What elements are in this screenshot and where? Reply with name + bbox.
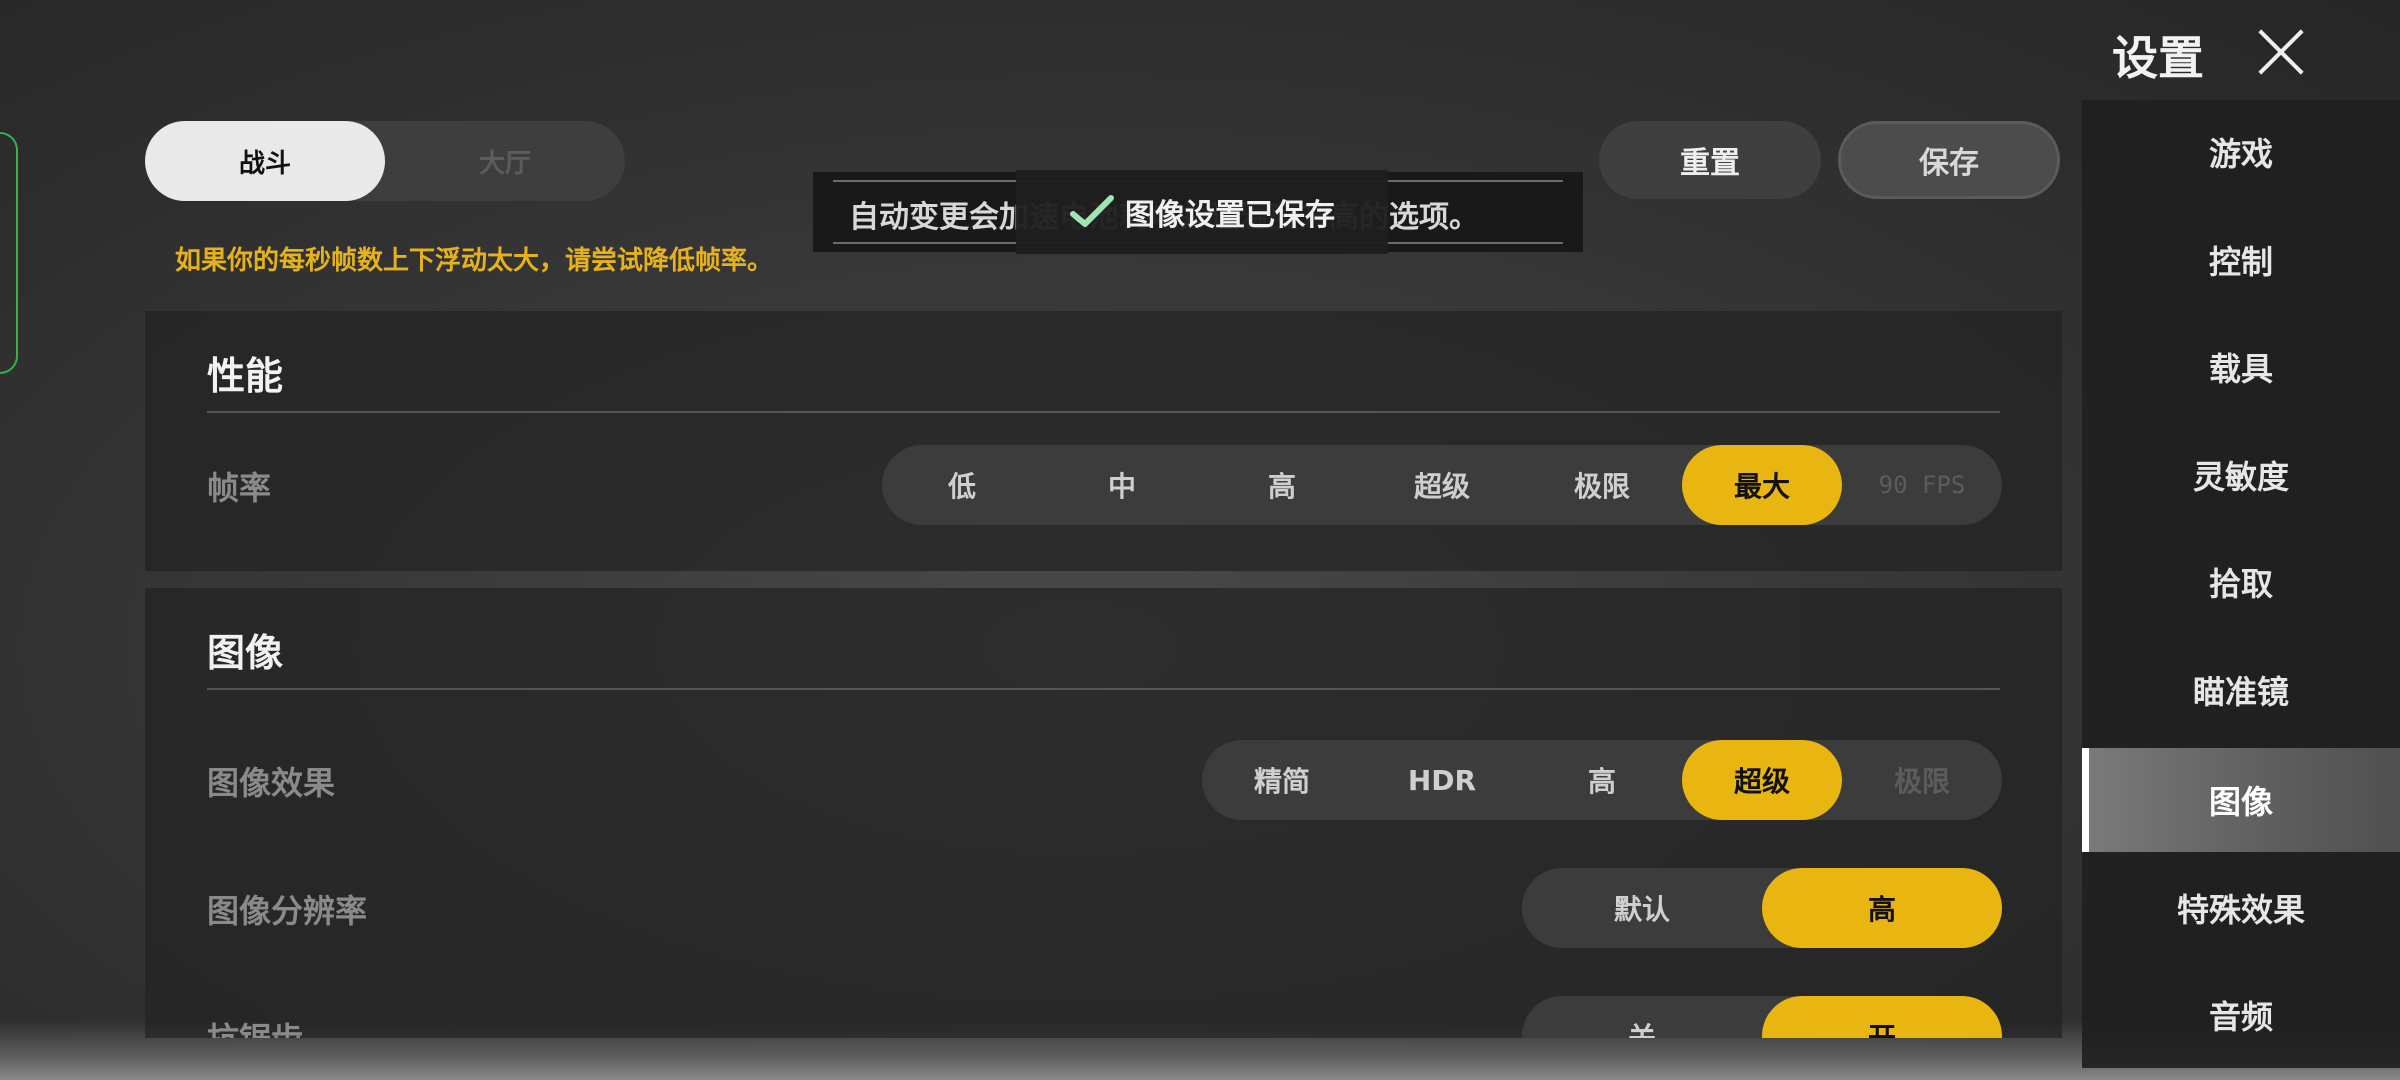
mode-lobby-button[interactable]: 大厅 <box>385 121 625 201</box>
graphics-heading: 图像 <box>207 631 284 675</box>
graphics-style-selector: 精简 HDR 高 超级 极限 <box>1202 740 2002 820</box>
sidebar-item-audio[interactable]: 音频 <box>2082 963 2400 1067</box>
sidebar-item-scope[interactable]: 瞄准镜 <box>2082 638 2400 742</box>
graphics-option-hdr[interactable]: HDR <box>1362 740 1522 820</box>
reset-button[interactable]: 重置 <box>1599 121 1821 199</box>
performance-divider <box>207 411 2000 413</box>
sidebar-item-vehicle[interactable]: 载具 <box>2082 315 2400 419</box>
graphics-option-smooth[interactable]: 精简 <box>1202 740 1362 820</box>
save-button[interactable]: 保存 <box>1838 121 2060 199</box>
resolution-option-default[interactable]: 默认 <box>1522 868 1762 948</box>
mode-toggle: 战斗 大厅 <box>145 121 625 201</box>
page-title: 设置 <box>2112 31 2204 85</box>
graphics-divider <box>207 688 2000 690</box>
anti-aliasing-option-on[interactable]: 开 <box>1762 996 2002 1038</box>
graphics-style-label: 图像效果 <box>207 764 336 802</box>
close-icon[interactable] <box>2252 22 2308 78</box>
sidebar-item-sensitivity[interactable]: 灵敏度 <box>2082 423 2400 527</box>
frame-rate-label: 帧率 <box>207 469 272 507</box>
anti-aliasing-label: 抗锯齿 <box>207 1014 303 1038</box>
sidebar-item-graphics[interactable]: 图像 <box>2082 748 2400 852</box>
frame-rate-option-medium[interactable]: 中 <box>1042 445 1202 525</box>
frame-rate-option-low[interactable]: 低 <box>882 445 1042 525</box>
anti-aliasing-selector: 关 开 <box>1522 996 2002 1038</box>
frame-rate-selector: 低 中 高 超级 极限 最大 90 FPS <box>882 445 2002 525</box>
settings-sidebar: 游戏 控制 载具 灵敏度 拾取 瞄准镜 图像 特殊效果 音频 <box>2082 100 2400 1068</box>
sidebar-item-game[interactable]: 游戏 <box>2082 100 2400 204</box>
graphics-option-high[interactable]: 高 <box>1522 740 1682 820</box>
performance-panel: 性能 帧率 低 中 高 超级 极限 最大 90 FPS <box>145 311 2062 571</box>
resolution-selector: 默认 高 <box>1522 868 2002 948</box>
sidebar-item-controls[interactable]: 控制 <box>2082 208 2400 312</box>
toast-message: 图像设置已保存 <box>1016 170 1388 254</box>
checkmark-icon <box>1070 195 1114 227</box>
frame-rate-option-max[interactable]: 最大 <box>1682 445 1842 525</box>
frame-rate-option-90fps[interactable]: 90 FPS <box>1842 445 2002 525</box>
frame-rate-option-extreme[interactable]: 极限 <box>1522 445 1682 525</box>
sidebar-item-pickup[interactable]: 拾取 <box>2082 530 2400 634</box>
graphics-panel-viewport[interactable]: 图像 图像效果 精简 HDR 高 超级 极限 图像分辨率 默认 高 抗锯齿 关 … <box>145 580 2062 1038</box>
resolution-option-high[interactable]: 高 <box>1762 868 2002 948</box>
anti-aliasing-option-off[interactable]: 关 <box>1522 996 1762 1038</box>
frame-rate-option-ultra[interactable]: 超级 <box>1362 445 1522 525</box>
frame-rate-option-high[interactable]: 高 <box>1202 445 1362 525</box>
graphics-option-extreme[interactable]: 极限 <box>1842 740 2002 820</box>
resolution-label: 图像分辨率 <box>207 892 368 930</box>
performance-heading: 性能 <box>207 354 284 398</box>
sidebar-item-effects[interactable]: 特殊效果 <box>2082 856 2400 960</box>
mode-battle-button[interactable]: 战斗 <box>145 121 385 201</box>
graphics-option-ultra[interactable]: 超级 <box>1682 740 1842 820</box>
fps-warning-text: 如果你的每秒帧数上下浮动太大，请尝试降低帧率。 <box>175 246 774 276</box>
left-edge-indicator <box>0 132 18 374</box>
toast-message-text: 图像设置已保存 <box>1125 198 1335 233</box>
graphics-panel: 图像 图像效果 精简 HDR 高 超级 极限 图像分辨率 默认 高 抗锯齿 关 … <box>145 588 2062 1038</box>
